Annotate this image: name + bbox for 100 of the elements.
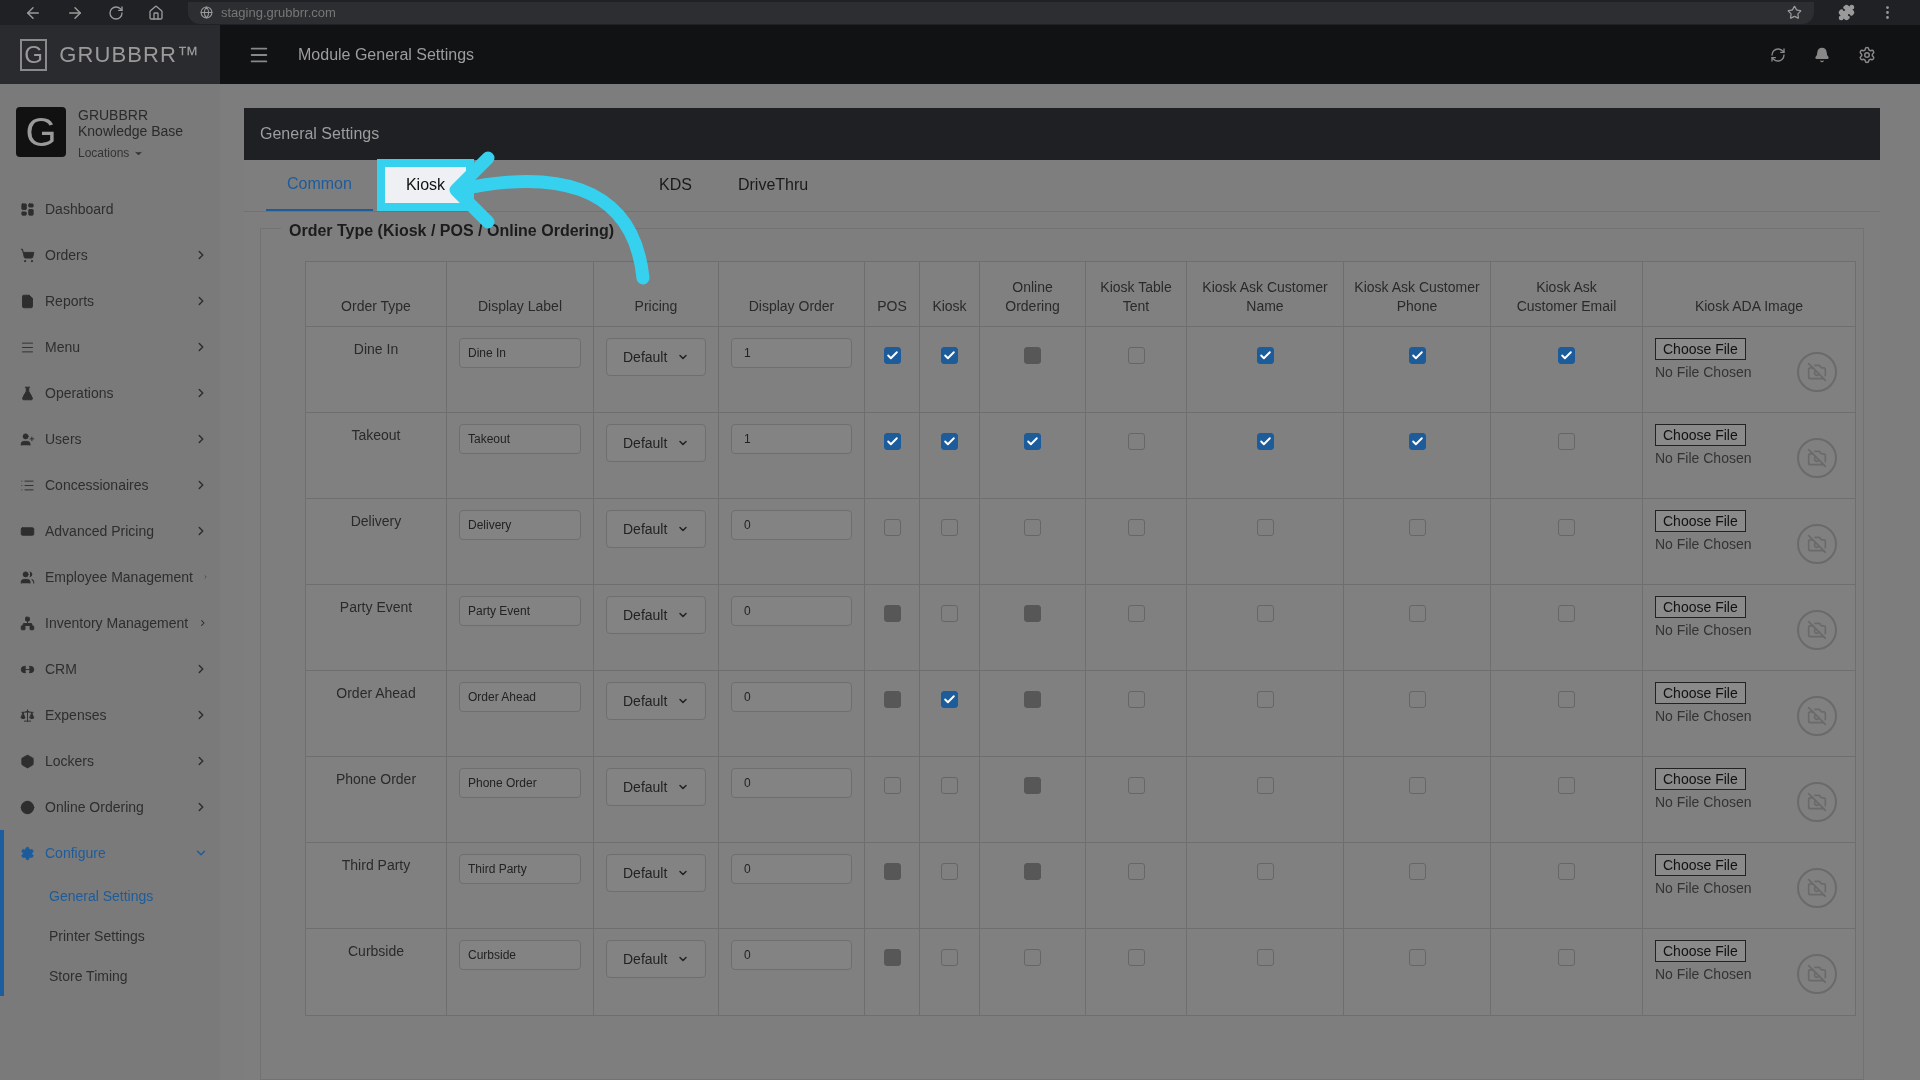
- checkbox[interactable]: [941, 691, 958, 708]
- choose-file-button[interactable]: Choose File: [1655, 424, 1746, 446]
- pricing-select[interactable]: Default: [606, 510, 706, 548]
- checkbox[interactable]: [1408, 691, 1426, 708]
- address-bar[interactable]: staging.grubbrr.com: [188, 1, 1814, 24]
- sidebar-item[interactable]: Users: [0, 416, 220, 462]
- checkbox[interactable]: [1024, 433, 1041, 450]
- checkbox[interactable]: [1558, 691, 1575, 708]
- input-field[interactable]: Curbside: [459, 940, 581, 970]
- checkbox[interactable]: [1558, 347, 1575, 364]
- pricing-select[interactable]: Default: [606, 940, 706, 978]
- input-field[interactable]: Delivery: [459, 510, 581, 540]
- checkbox[interactable]: [1127, 519, 1145, 536]
- pricing-select[interactable]: Default: [606, 338, 706, 376]
- bell-icon[interactable]: [1814, 46, 1830, 63]
- sidebar-item[interactable]: Dashboard: [0, 186, 220, 232]
- sidebar-item[interactable]: Employee Management: [0, 554, 220, 600]
- home-icon[interactable]: [148, 4, 164, 21]
- checkbox[interactable]: [941, 519, 958, 536]
- pricing-select[interactable]: Default: [606, 682, 706, 720]
- pricing-select[interactable]: Default: [606, 596, 706, 634]
- tab[interactable]: DriveThru: [716, 159, 830, 211]
- sidebar-item[interactable]: Reports: [0, 278, 220, 324]
- input-field[interactable]: Party Event: [459, 596, 581, 626]
- settings-icon[interactable]: [1858, 45, 1876, 64]
- checkbox[interactable]: [1558, 777, 1575, 794]
- checkbox[interactable]: [1024, 519, 1041, 536]
- checkbox[interactable]: [1408, 433, 1426, 450]
- checkbox[interactable]: [1558, 863, 1575, 880]
- choose-file-button[interactable]: Choose File: [1655, 682, 1746, 704]
- choose-file-button[interactable]: Choose File: [1655, 854, 1746, 876]
- input-field[interactable]: 1: [731, 424, 852, 454]
- checkbox[interactable]: [1558, 433, 1575, 450]
- checkbox[interactable]: [1127, 433, 1145, 450]
- checkbox[interactable]: [1256, 433, 1274, 450]
- bookmark-star-icon[interactable]: [1787, 5, 1802, 20]
- sidebar-item[interactable]: Lockers: [0, 738, 220, 784]
- sidebar-item[interactable]: Concessionaires: [0, 462, 220, 508]
- checkbox[interactable]: [1127, 777, 1145, 794]
- checkbox[interactable]: [883, 347, 901, 364]
- checkbox[interactable]: [1256, 949, 1274, 966]
- input-field[interactable]: Order Ahead: [459, 682, 581, 712]
- input-field[interactable]: Dine In: [459, 338, 581, 368]
- input-field[interactable]: 0: [731, 510, 852, 540]
- tab[interactable]: KDS: [638, 159, 713, 211]
- checkbox[interactable]: [1558, 949, 1575, 966]
- choose-file-button[interactable]: Choose File: [1655, 768, 1746, 790]
- checkbox[interactable]: [1558, 605, 1575, 622]
- choose-file-button[interactable]: Choose File: [1655, 338, 1746, 360]
- checkbox[interactable]: [941, 949, 958, 966]
- checkbox[interactable]: [941, 433, 958, 450]
- checkbox[interactable]: [883, 777, 901, 794]
- sidebar-item[interactable]: Menu: [0, 324, 220, 370]
- input-field[interactable]: 1: [731, 338, 852, 368]
- checkbox[interactable]: [1256, 777, 1274, 794]
- checkbox[interactable]: [1127, 691, 1145, 708]
- checkbox[interactable]: [1256, 347, 1274, 364]
- choose-file-button[interactable]: Choose File: [1655, 596, 1746, 618]
- checkbox[interactable]: [1127, 949, 1145, 966]
- puzzle-icon[interactable]: [1838, 4, 1855, 21]
- checkbox[interactable]: [1256, 691, 1274, 708]
- sidebar-item[interactable]: Operations: [0, 370, 220, 416]
- checkbox[interactable]: [941, 605, 958, 622]
- input-field[interactable]: Takeout: [459, 424, 581, 454]
- input-field[interactable]: Third Party: [459, 854, 581, 884]
- submenu-item[interactable]: Printer Settings: [4, 916, 220, 956]
- checkbox[interactable]: [1408, 863, 1426, 880]
- reload-icon[interactable]: [108, 4, 124, 21]
- checkbox[interactable]: [1127, 605, 1145, 622]
- checkbox[interactable]: [1558, 519, 1575, 536]
- checkbox[interactable]: [941, 863, 958, 880]
- choose-file-button[interactable]: Choose File: [1655, 940, 1746, 962]
- input-field[interactable]: 0: [731, 596, 852, 626]
- pricing-select[interactable]: Default: [606, 768, 706, 806]
- checkbox[interactable]: [883, 519, 901, 536]
- checkbox[interactable]: [1408, 605, 1426, 622]
- sidebar-item[interactable]: Advanced Pricing: [0, 508, 220, 554]
- checkbox[interactable]: [883, 433, 901, 450]
- choose-file-button[interactable]: Choose File: [1655, 510, 1746, 532]
- sidebar-item[interactable]: Inventory Management: [0, 600, 220, 646]
- checkbox[interactable]: [1256, 605, 1274, 622]
- sidebar-item[interactable]: Expenses: [0, 692, 220, 738]
- checkbox[interactable]: [1408, 347, 1426, 364]
- checkbox[interactable]: [1127, 863, 1145, 880]
- checkbox[interactable]: [1408, 777, 1426, 794]
- checkbox[interactable]: [1127, 347, 1145, 364]
- pricing-select[interactable]: Default: [606, 424, 706, 462]
- checkbox[interactable]: [1256, 519, 1274, 536]
- pricing-select[interactable]: Default: [606, 854, 706, 892]
- sidebar-item[interactable]: Orders: [0, 232, 220, 278]
- checkbox[interactable]: [1256, 863, 1274, 880]
- sidebar-item[interactable]: Online Ordering: [0, 784, 220, 830]
- checkbox[interactable]: [1408, 949, 1426, 966]
- checkbox[interactable]: [1024, 949, 1041, 966]
- input-field[interactable]: 0: [731, 768, 852, 798]
- checkbox[interactable]: [941, 777, 958, 794]
- submenu-item[interactable]: Store Timing: [4, 956, 220, 996]
- input-field[interactable]: 0: [731, 940, 852, 970]
- checkbox[interactable]: [1408, 519, 1426, 536]
- input-field[interactable]: 0: [731, 854, 852, 884]
